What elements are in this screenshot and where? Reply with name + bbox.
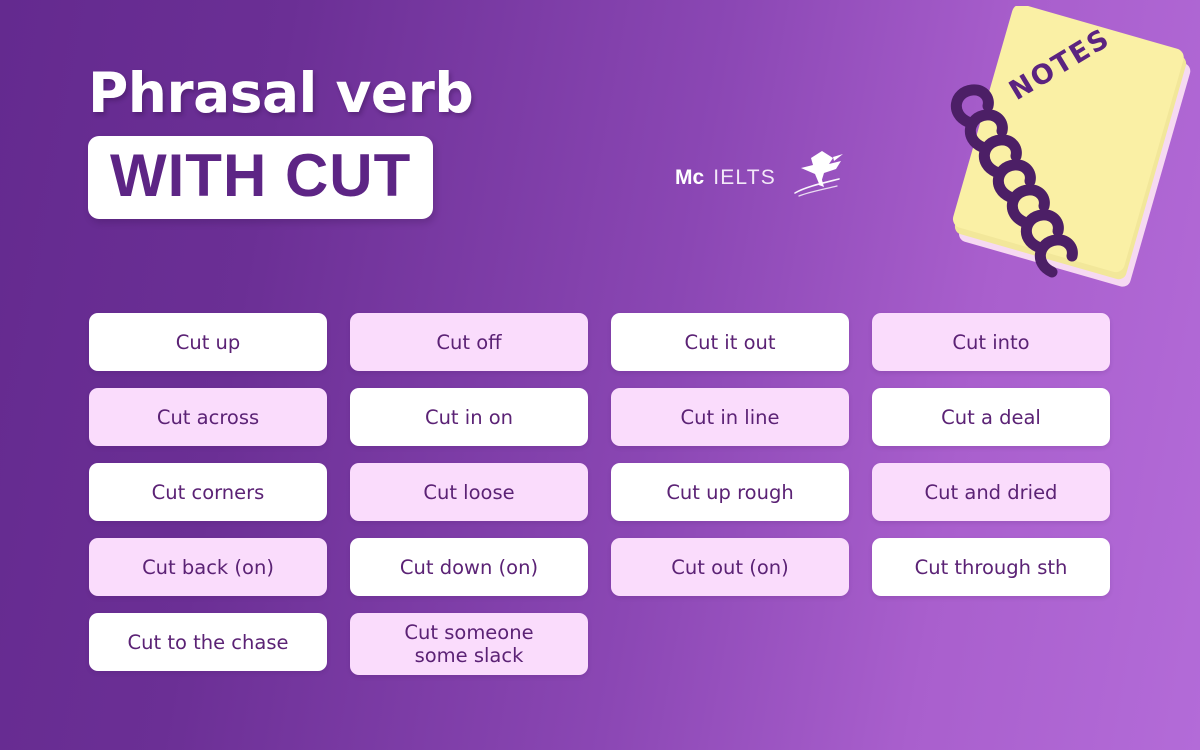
phrasal-verb-card[interactable]: Cut back (on) (89, 538, 327, 596)
phrasal-verb-card[interactable]: Cut into (872, 313, 1110, 371)
logo-text-mc: Mc (675, 166, 705, 189)
phrasal-verb-label: Cut corners (151, 480, 265, 504)
phrasal-verb-label: Cut off (436, 330, 502, 354)
phrasal-verb-card[interactable]: Cut out (on) (611, 538, 849, 596)
phrasal-verb-card[interactable]: Cut corners (89, 463, 327, 521)
phrasal-verb-label: Cut to the chase (127, 630, 289, 654)
phrasal-verb-label: Cut loose (423, 480, 515, 504)
spiral-notebook-icon (938, 4, 1200, 296)
phrasal-verb-label: Cut a deal (941, 405, 1041, 429)
phrasal-verb-label: Cut up (175, 330, 241, 354)
phrasal-verb-label: Cut and dried (924, 480, 1058, 504)
phrasal-verb-card[interactable]: Cut loose (350, 463, 588, 521)
phrasal-verb-card[interactable]: Cut across (89, 388, 327, 446)
phrasal-verb-label: Cut through sth (914, 555, 1068, 579)
page-subtitle: WITH CUT (110, 142, 412, 210)
phrasal-verb-card[interactable]: Cut off (350, 313, 588, 371)
page-title: Phrasal verb (88, 61, 474, 125)
phrasal-verb-card[interactable]: Cut down (on) (350, 538, 588, 596)
phrasal-verb-card[interactable]: Cut up rough (611, 463, 849, 521)
header: Phrasal verb WITH CUT (88, 61, 608, 220)
phrasal-verb-label: Cut back (on) (142, 555, 274, 579)
phrasal-verb-label: Cut in line (680, 405, 780, 429)
phrasal-verb-card[interactable]: Cut to the chase (89, 613, 327, 671)
phrasal-verb-label: Cut across (156, 405, 260, 429)
phrasal-verb-card[interactable]: Cut it out (611, 313, 849, 371)
brand-logo: Mc IELTS (675, 148, 845, 208)
phrasal-verb-label: Cut it out (684, 330, 776, 354)
phrasal-verb-grid: Cut up Cut off Cut it out Cut into Cut acros… (89, 313, 1111, 675)
phrasal-verb-card[interactable]: Cut through sth (872, 538, 1110, 596)
phrasal-verb-card[interactable]: Cut and dried (872, 463, 1110, 521)
logo-text-ielts: IELTS (713, 166, 776, 189)
phrasal-verb-card[interactable]: Cut someone some slack (350, 613, 588, 675)
phrasal-verb-card[interactable]: Cut in line (611, 388, 849, 446)
phrasal-verb-card[interactable]: Cut up (89, 313, 327, 371)
poster-canvas: Phrasal verb WITH CUT Mc IELTS NOTES Cut… (0, 0, 1200, 750)
phrasal-verb-label: Cut up rough (666, 480, 794, 504)
phrasal-verb-label: Cut out (on) (671, 555, 789, 579)
phrasal-verb-label: Cut someone some slack (404, 621, 534, 667)
title-highlight-box: WITH CUT (88, 136, 434, 220)
phrasal-verb-card[interactable]: Cut a deal (872, 388, 1110, 446)
phrasal-verb-label: Cut down (on) (399, 555, 539, 579)
phrasal-verb-label: Cut in on (424, 405, 514, 429)
phrasal-verb-label: Cut into (952, 330, 1030, 354)
origami-bird-icon (789, 147, 845, 204)
phrasal-verb-card[interactable]: Cut in on (350, 388, 588, 446)
